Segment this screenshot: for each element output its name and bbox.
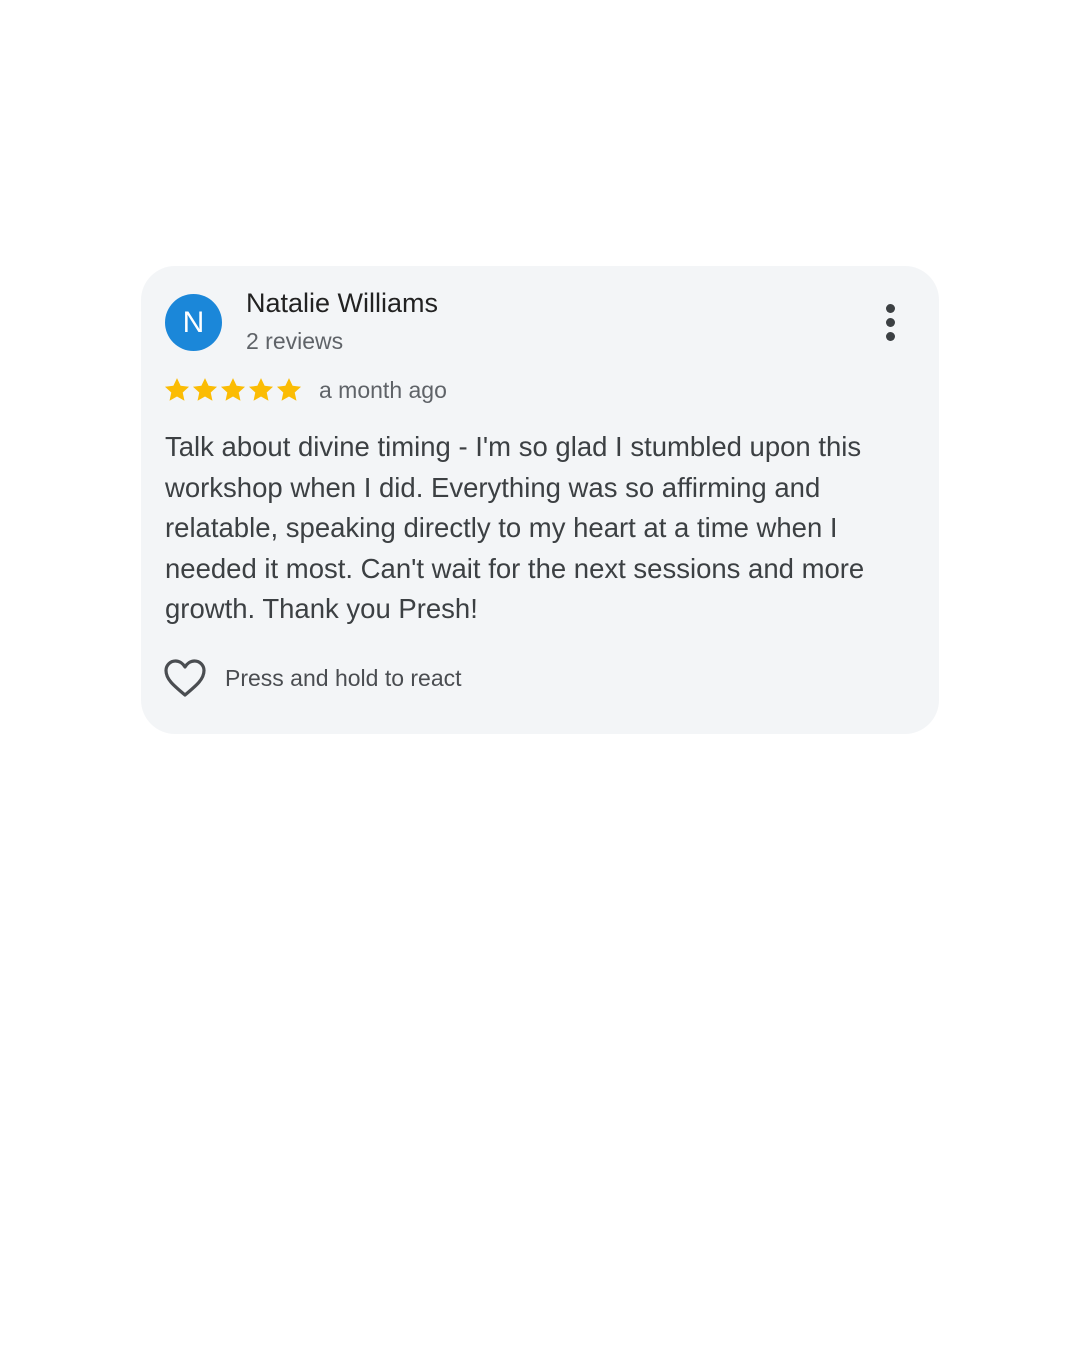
more-vert-icon-dot [886, 332, 895, 341]
more-vert-icon-dot [886, 318, 895, 327]
react-button[interactable]: Press and hold to react [163, 656, 462, 700]
star-icon [276, 378, 302, 401]
star-icon [220, 378, 246, 401]
more-vert-icon [886, 304, 895, 313]
review-count[interactable]: 2 reviews [246, 328, 343, 355]
avatar[interactable]: N [165, 294, 222, 351]
review-date: a month ago [319, 376, 447, 403]
heart-outline-icon [164, 659, 206, 697]
star-icon [248, 378, 274, 401]
star-icon [192, 378, 218, 401]
rating-row: a month ago [163, 374, 447, 406]
more-options-button[interactable] [877, 302, 905, 342]
reviewer-name[interactable]: Natalie Williams [246, 288, 438, 319]
react-label: Press and hold to react [225, 664, 462, 691]
star-rating [163, 376, 303, 404]
review-card: N Natalie Williams 2 reviews a month ago… [141, 266, 939, 734]
star-icon [164, 378, 190, 401]
review-text: Talk about divine timing - I'm so glad I… [165, 431, 865, 624]
